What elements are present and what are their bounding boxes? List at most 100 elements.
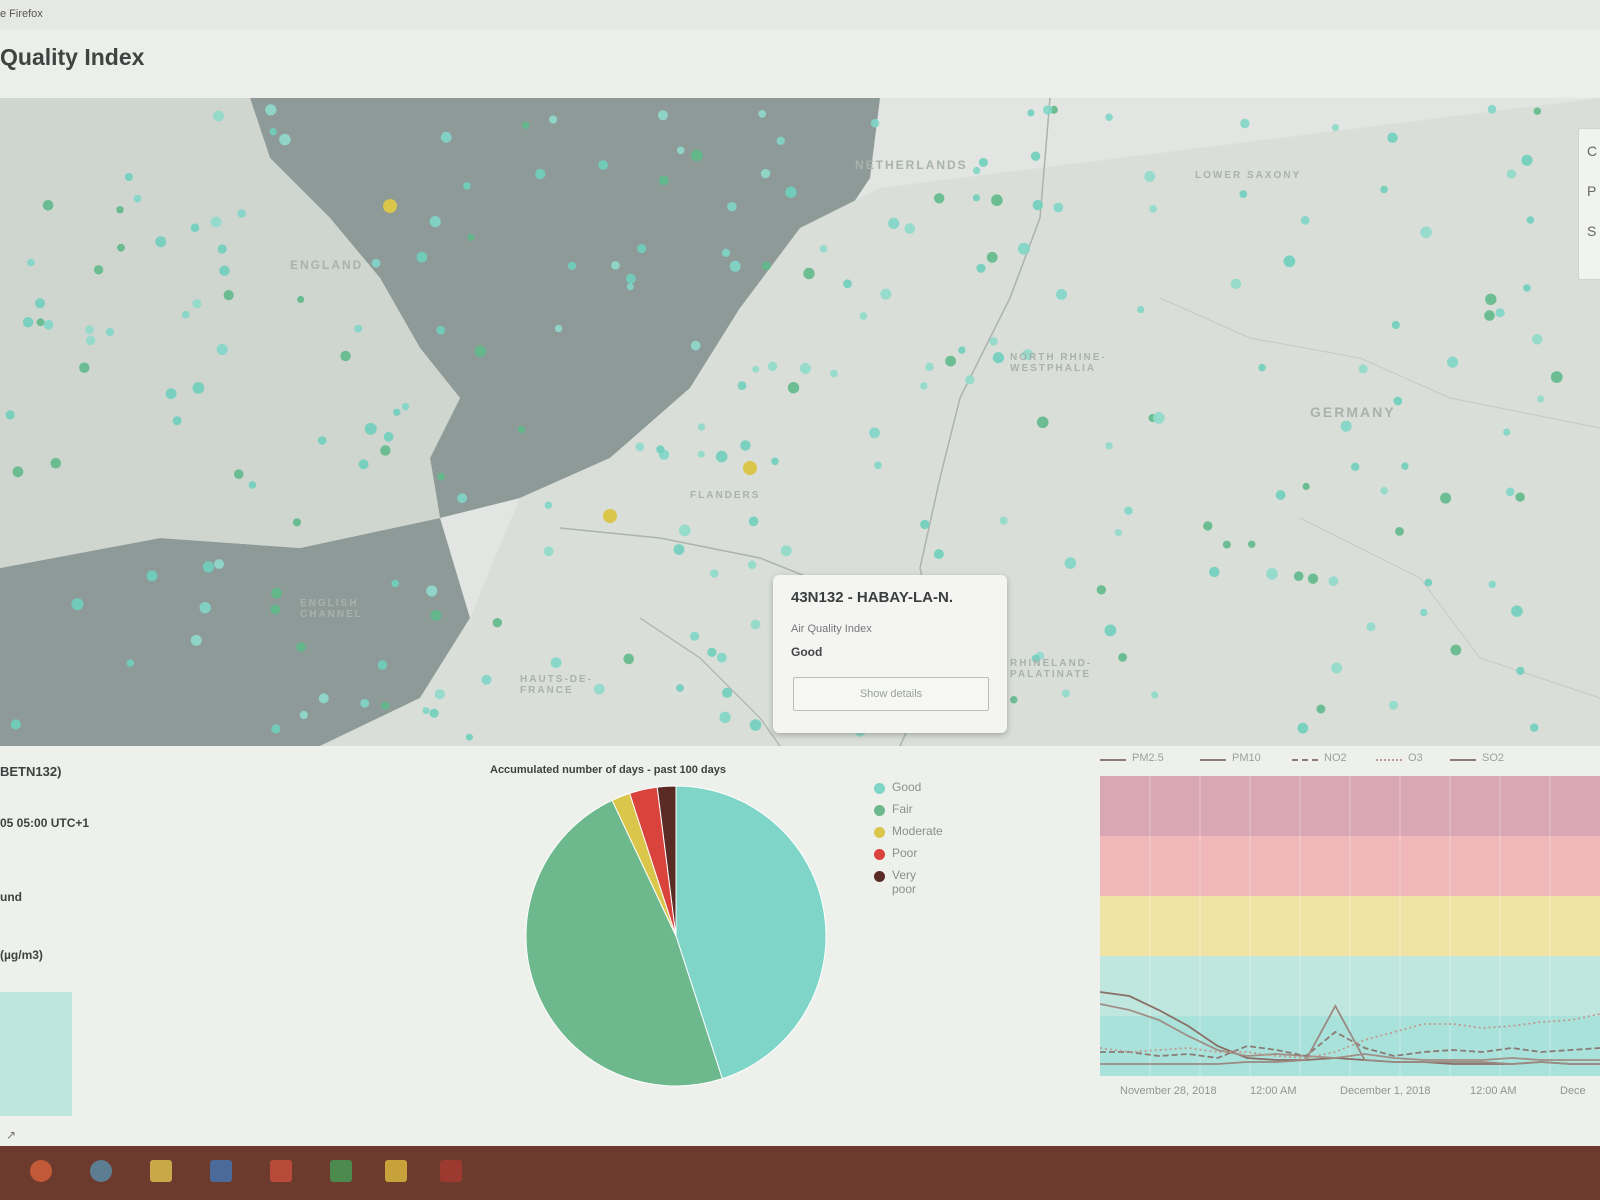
station-marker[interactable] — [1531, 334, 1543, 345]
station-marker[interactable] — [920, 519, 930, 530]
station-marker[interactable] — [1511, 605, 1523, 617]
station-marker[interactable] — [776, 136, 785, 145]
start-icon[interactable] — [30, 1160, 52, 1182]
station-marker[interactable] — [1104, 624, 1117, 637]
station-marker[interactable] — [377, 660, 387, 670]
station-marker[interactable] — [1420, 608, 1428, 617]
station-marker[interactable] — [213, 110, 225, 122]
station-marker[interactable] — [752, 365, 760, 373]
station-marker[interactable] — [391, 579, 400, 588]
station-marker[interactable] — [381, 701, 390, 710]
station-marker[interactable] — [727, 201, 737, 212]
station-marker[interactable] — [992, 352, 1005, 364]
station-marker[interactable] — [27, 258, 35, 267]
station-marker[interactable] — [358, 459, 369, 470]
station-marker[interactable] — [771, 457, 779, 466]
station-marker[interactable] — [1017, 242, 1030, 255]
station-marker[interactable] — [760, 168, 771, 179]
station-marker[interactable] — [611, 261, 620, 270]
station-marker[interactable] — [297, 295, 305, 304]
station-marker[interactable] — [709, 569, 719, 578]
station-marker[interactable] — [42, 200, 54, 211]
station-marker[interactable] — [126, 659, 135, 667]
legend-pm10[interactable]: PM10 — [1232, 752, 1261, 764]
show-details-button[interactable]: Show details — [793, 677, 989, 711]
station-marker[interactable] — [86, 335, 96, 346]
station-marker[interactable] — [1137, 306, 1145, 314]
station-marker[interactable] — [707, 647, 717, 657]
station-marker-moderate[interactable] — [383, 199, 397, 213]
station-marker[interactable] — [843, 279, 852, 289]
station-marker[interactable] — [237, 209, 246, 218]
station-marker[interactable] — [199, 602, 211, 614]
station-marker[interactable] — [1505, 487, 1515, 497]
station-marker[interactable] — [50, 457, 62, 469]
station-marker[interactable] — [658, 175, 669, 186]
station-marker[interactable] — [364, 422, 377, 435]
station-marker[interactable] — [116, 206, 124, 214]
station-marker[interactable] — [673, 544, 685, 555]
station-marker[interactable] — [1495, 308, 1505, 318]
station-marker[interactable] — [965, 375, 975, 385]
station-marker[interactable] — [1550, 371, 1563, 383]
station-marker[interactable] — [999, 516, 1008, 525]
station-marker[interactable] — [1209, 566, 1220, 578]
station-marker[interactable] — [271, 724, 281, 734]
station-marker[interactable] — [1537, 395, 1544, 403]
station-marker[interactable] — [958, 346, 966, 354]
station-marker[interactable] — [740, 440, 751, 451]
station-marker[interactable] — [1056, 288, 1067, 300]
station-marker[interactable] — [292, 518, 301, 527]
station-marker[interactable] — [383, 431, 394, 442]
station-marker[interactable] — [1105, 113, 1113, 121]
station-marker[interactable] — [1424, 578, 1433, 587]
station-marker[interactable] — [1149, 205, 1157, 213]
station-marker[interactable] — [492, 618, 502, 628]
station-marker[interactable] — [190, 223, 200, 232]
station-marker[interactable] — [1010, 696, 1018, 704]
station-marker[interactable] — [715, 450, 728, 463]
station-marker[interactable] — [1526, 216, 1535, 224]
station-marker[interactable] — [1515, 492, 1525, 502]
station-marker[interactable] — [522, 121, 530, 129]
station-marker[interactable] — [986, 251, 998, 263]
station-marker[interactable] — [1506, 169, 1517, 179]
station-marker[interactable] — [626, 283, 634, 291]
station-marker[interactable] — [202, 561, 215, 573]
station-marker[interactable] — [1096, 585, 1107, 595]
station-marker[interactable] — [925, 362, 934, 371]
station-marker[interactable] — [279, 133, 291, 146]
station-marker-moderate[interactable] — [603, 509, 617, 523]
layer-option-3[interactable]: S — [1587, 223, 1596, 239]
station-marker[interactable] — [416, 251, 428, 263]
station-marker[interactable] — [635, 442, 645, 452]
station-marker[interactable] — [549, 115, 558, 124]
station-marker[interactable] — [656, 445, 665, 454]
station-marker[interactable] — [874, 461, 882, 470]
station-marker[interactable] — [219, 265, 230, 276]
station-marker[interactable] — [517, 425, 526, 434]
station-marker[interactable] — [190, 634, 202, 646]
station-marker[interactable] — [429, 708, 439, 718]
station-marker[interactable] — [10, 719, 21, 730]
station-marker[interactable] — [1487, 104, 1497, 114]
station-marker[interactable] — [296, 642, 306, 652]
legend-pm25[interactable]: PM2.5 — [1132, 752, 1164, 764]
station-marker[interactable] — [1105, 442, 1113, 450]
station-marker[interactable] — [217, 244, 227, 254]
station-marker[interactable] — [393, 408, 401, 416]
station-marker[interactable] — [767, 361, 778, 371]
station-marker[interactable] — [248, 481, 257, 489]
station-marker[interactable] — [430, 609, 442, 621]
station-marker[interactable] — [934, 193, 945, 204]
station-marker[interactable] — [1053, 202, 1064, 213]
station-marker[interactable] — [436, 325, 446, 335]
station-marker[interactable] — [888, 217, 900, 229]
station-marker[interactable] — [1447, 356, 1459, 368]
station-marker[interactable] — [43, 319, 54, 330]
station-marker[interactable] — [904, 223, 916, 234]
station-marker[interactable] — [1523, 284, 1531, 292]
station-marker[interactable] — [1043, 105, 1053, 115]
station-marker[interactable] — [544, 501, 552, 509]
flag-icon[interactable] — [440, 1160, 462, 1182]
